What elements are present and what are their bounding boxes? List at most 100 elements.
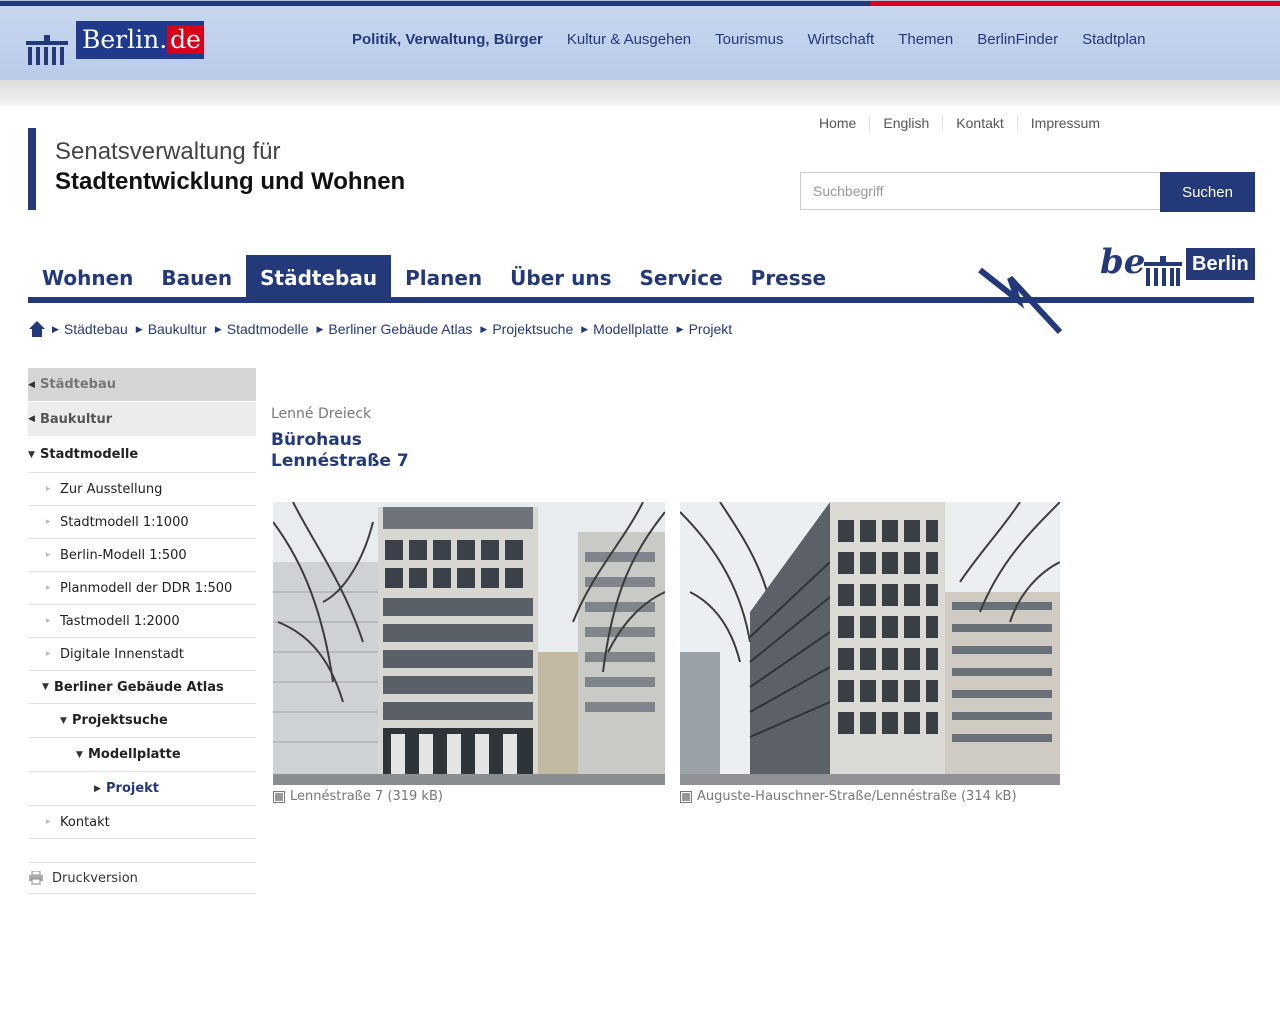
sidebar-item-label: Projekt: [106, 781, 160, 796]
breadcrumb-label: Städtebau: [63, 321, 128, 337]
org-name-line2: Stadtentwicklung und Wohnen: [55, 168, 406, 195]
sidebar-item-planmodell[interactable]: ▸ Planmodell der DDR 1:500: [28, 572, 256, 605]
service-link-kontakt[interactable]: Kontakt: [942, 115, 1016, 131]
project-photo-auguste-hauschner[interactable]: [680, 502, 1060, 785]
breadcrumb-label: Stadtmodelle: [226, 321, 309, 337]
search-button[interactable]: Suchen: [1160, 172, 1255, 212]
portal-nav-kultur[interactable]: Kultur & Ausgehen: [555, 31, 703, 48]
sidebar-item-digitale-innenstadt[interactable]: ▸ Digitale Innenstadt: [28, 638, 256, 671]
portal-nav-stadtplan[interactable]: Stadtplan: [1070, 31, 1157, 48]
service-link-impressum[interactable]: Impressum: [1016, 115, 1113, 131]
be-berlin-gate-icon: [1144, 256, 1182, 286]
portal-nav-themen[interactable]: Themen: [886, 31, 965, 48]
breadcrumb-item[interactable]: ▶ Stadtmodelle: [215, 321, 309, 337]
home-icon[interactable]: [28, 320, 46, 338]
sidebar-item-label: Zur Ausstellung: [60, 481, 163, 497]
photo-caption-label: Auguste-Hauschner-Straße/Lennéstraße (31…: [697, 789, 1017, 804]
sidebar-item-baukultur[interactable]: ◀ Baukultur: [28, 402, 256, 437]
chevron-right-icon: ▶: [676, 323, 684, 334]
breadcrumb: ▶ Städtebau ▶ Baukultur ▶ Stadtmodelle ▶ Ber…: [28, 318, 740, 340]
sidebar-item-gebaeude-atlas[interactable]: ▼ Berliner Gebäude Atlas: [28, 671, 256, 704]
breadcrumb-label: Projektsuche: [492, 321, 574, 337]
portal-nav-tourismus[interactable]: Tourismus: [703, 31, 795, 48]
project-title-line2: Lennéstraße 7: [271, 451, 409, 471]
breadcrumb-item[interactable]: ▶ Modellplatte: [581, 321, 668, 337]
sidebar-item-ausstellung[interactable]: ▸ Zur Ausstellung: [28, 473, 256, 506]
breadcrumb-label: Baukultur: [147, 321, 207, 337]
berlin-de-logo[interactable]: Berlin. de: [24, 21, 204, 65]
breadcrumb-item[interactable]: ▶ Projektsuche: [480, 321, 573, 337]
bullet-icon: ▸: [46, 583, 51, 593]
chevron-down-icon: ▼: [42, 682, 49, 692]
sidebar-item-tastmodell[interactable]: ▸ Tastmodell 1:2000: [28, 605, 256, 638]
print-version-link[interactable]: Druckversion: [28, 862, 256, 894]
breadcrumb-item[interactable]: ▶ Berliner Gebäude Atlas: [316, 321, 472, 337]
bullet-icon: ▸: [46, 649, 51, 659]
sidebar-item-modellplatte[interactable]: ▼ Modellplatte: [28, 738, 256, 772]
photo-caption-label: Lennéstraße 7 (319 kB): [290, 789, 443, 804]
org-name-line1: Senatsverwaltung für: [55, 138, 281, 165]
sidebar-item-projekt[interactable]: ▶ Projekt: [28, 772, 256, 806]
main-nav: Wohnen Bauen Städtebau Planen Über uns S…: [28, 255, 840, 299]
sidebar-item-label: Stadtmodell 1:1000: [60, 514, 189, 530]
sidebar-item-label: Projektsuche: [72, 713, 168, 728]
building-photo-2: [680, 502, 1060, 785]
sidebar-item-staedtebau[interactable]: ◀ Städtebau: [28, 368, 256, 402]
service-link-home[interactable]: Home: [806, 115, 869, 131]
breadcrumb-item[interactable]: ▶ Projekt: [677, 321, 733, 337]
project-title-line1: Bürohaus: [271, 430, 362, 450]
berlin-de-wordmark: Berlin. de: [76, 21, 204, 59]
service-links: Home English Kontakt Impressum: [806, 115, 1113, 131]
portal-nav-politik[interactable]: Politik, Verwaltung, Bürger: [340, 31, 555, 48]
breadcrumb-item[interactable]: ▶ Baukultur: [136, 321, 207, 337]
photo-caption[interactable]: Auguste-Hauschner-Straße/Lennéstraße (31…: [680, 789, 1017, 804]
chevron-down-icon: ▼: [60, 715, 67, 726]
main-nav-service[interactable]: Service: [626, 255, 737, 299]
project-photo-lennestrasse[interactable]: [273, 502, 665, 785]
print-version-label: Druckversion: [52, 870, 138, 886]
sidebar-item-label: Berliner Gebäude Atlas: [54, 679, 224, 695]
sidebar-item-label: Städtebau: [40, 377, 117, 392]
chevron-right-icon: ▶: [316, 323, 324, 334]
photo-caption[interactable]: Lennéstraße 7 (319 kB): [273, 789, 443, 804]
sidebar-item-projektsuche[interactable]: ▼ Projektsuche: [28, 704, 256, 738]
chevron-right-icon: ▶: [52, 323, 59, 334]
bullet-icon: ▸: [46, 817, 51, 827]
chevron-right-icon: ▶: [94, 783, 101, 794]
chevron-right-icon: ▶: [480, 323, 488, 334]
main-nav-wohnen[interactable]: Wohnen: [28, 255, 147, 299]
chevron-right-icon: ▶: [135, 323, 143, 334]
portal-stripe-blue: [0, 1, 870, 6]
bullet-icon: ▸: [46, 517, 51, 527]
chevron-left-icon: ◀: [28, 379, 35, 390]
main-nav-bauen[interactable]: Bauen: [147, 255, 246, 299]
main-nav-presse[interactable]: Presse: [737, 255, 840, 299]
bullet-icon: ▸: [46, 616, 51, 626]
sidebar-item-berlin-modell[interactable]: ▸ Berlin-Modell 1:500: [28, 539, 256, 572]
portal-nav-berlinfinder[interactable]: BerlinFinder: [965, 31, 1070, 48]
portal-nav-wirtschaft[interactable]: Wirtschaft: [796, 31, 887, 48]
service-link-english[interactable]: English: [869, 115, 942, 131]
sidebar-item-label: Berlin-Modell 1:500: [60, 547, 187, 563]
sidebar-item-stadtmodell[interactable]: ▸ Stadtmodell 1:1000: [28, 506, 256, 539]
image-icon: [680, 790, 692, 803]
portal-nav: Politik, Verwaltung, Bürger Kultur & Aus…: [340, 31, 1157, 48]
main-nav-planen[interactable]: Planen: [391, 255, 496, 299]
search-input[interactable]: [800, 172, 1166, 210]
chevron-down-icon: ▼: [76, 749, 83, 760]
project-subtitle: Lenné Dreieck: [271, 406, 372, 422]
sidebar-item-label: Stadtmodelle: [40, 447, 139, 462]
org-accent-bar: [28, 128, 36, 210]
breadcrumb-label: Berliner Gebäude Atlas: [328, 321, 473, 337]
main-nav-ueber-uns[interactable]: Über uns: [496, 255, 625, 299]
breadcrumb-label: Projekt: [688, 321, 733, 337]
sidebar-item-stadtmodelle[interactable]: ▼ Stadtmodelle: [28, 437, 256, 473]
main-nav-staedtebau[interactable]: Städtebau: [246, 255, 392, 299]
sidebar-item-label: Tastmodell 1:2000: [60, 613, 180, 629]
sidebar-item-label: Planmodell der DDR 1:500: [60, 580, 233, 596]
breadcrumb-item[interactable]: ▶ Städtebau: [52, 321, 128, 337]
sidebar-item-label: Baukultur: [40, 411, 113, 427]
sidebar-item-kontakt[interactable]: ▸ Kontakt: [28, 806, 256, 839]
be-berlin-logo[interactable]: be Berlin: [1100, 242, 1256, 288]
chevron-right-icon: ▶: [214, 323, 222, 334]
